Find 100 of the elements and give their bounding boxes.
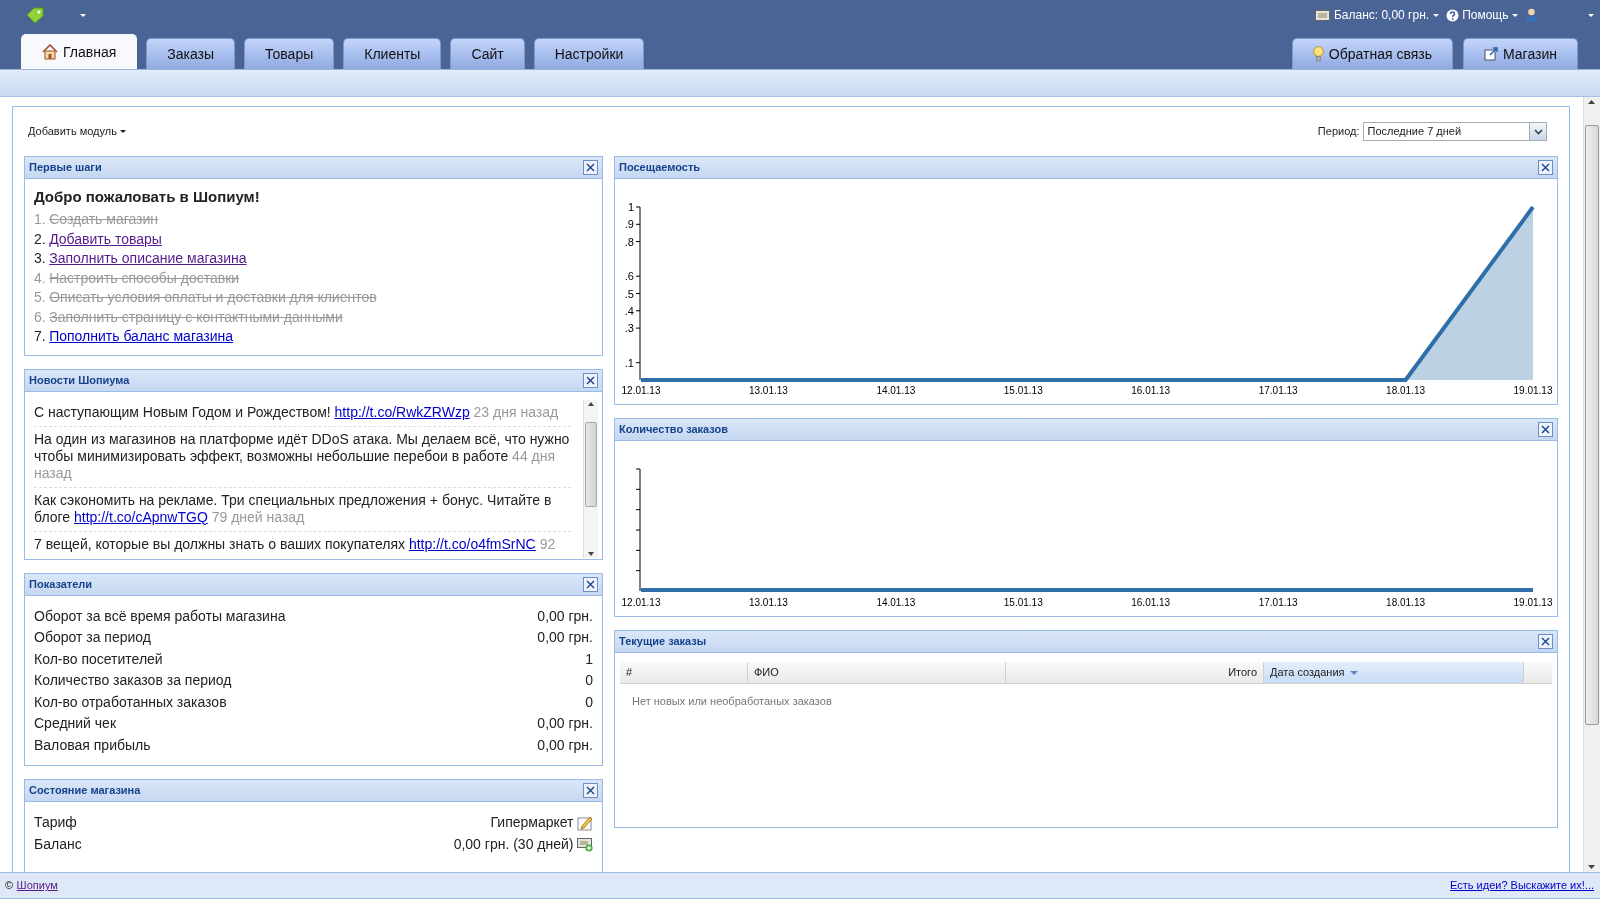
indicator-value: 0 <box>585 671 593 690</box>
news-link[interactable]: http://t.co/o4fmSrNC <box>408 535 536 552</box>
step-text: Заполнить страницу с контактными данными <box>49 307 343 327</box>
date-label: 15.01.13 <box>1003 597 1043 608</box>
y-tick-label: .9 <box>624 218 634 231</box>
close-button[interactable] <box>1538 634 1553 649</box>
x-tick-label: 18.01.13 <box>1386 385 1426 396</box>
status-value: 0,00 грн. (30 дней) <box>453 834 574 854</box>
date-label: 17.01.13 <box>1258 597 1298 608</box>
x-tick-label: 15.01.13 <box>1003 385 1043 396</box>
column-header[interactable]: ФИО <box>748 662 1006 683</box>
indicator-value: 0,00 грн. <box>537 735 593 755</box>
nav-tab[interactable]: Товары <box>244 38 335 69</box>
step-text: Создать магазин <box>49 210 159 229</box>
money-icon <box>1315 9 1331 21</box>
step-link[interactable]: Добавить товары <box>49 229 162 249</box>
panel-title: Первые шаги <box>29 160 102 176</box>
add-module-button[interactable]: Добавить модуль <box>28 123 127 140</box>
indicator-value: 0,00 грн. <box>537 628 593 647</box>
caret-icon[interactable] <box>1588 13 1594 17</box>
x-tick-label: 14.01.13 <box>876 385 916 396</box>
lightbulb-icon <box>1312 46 1324 62</box>
step-number: 2. <box>34 229 46 249</box>
nav-tab[interactable]: Обратная связь <box>1291 38 1453 69</box>
date-label: 16.01.13 <box>1131 597 1171 608</box>
close-button[interactable] <box>583 372 598 388</box>
step-number: 3. <box>34 249 46 268</box>
nav-tab[interactable]: Магазин <box>1463 38 1578 69</box>
y-tick-label: .8 <box>624 235 634 248</box>
caret-icon[interactable] <box>80 13 86 17</box>
copyright-sign: © <box>5 878 14 894</box>
page-scrollbar[interactable] <box>1583 97 1600 872</box>
step-text: Описать условия оплаты и доставки для клиентов <box>49 288 377 307</box>
nav-tab[interactable]: Главная <box>21 34 138 69</box>
indicator-label: Валовая прибыль <box>34 735 151 755</box>
scrollbar[interactable] <box>583 399 598 558</box>
panel-title: Количество заказов <box>619 422 729 438</box>
empty-message: Нет новых или необработаных заказов <box>631 694 833 709</box>
date-label: 19.01.13 <box>1513 597 1553 608</box>
close-icon <box>586 163 595 172</box>
y-tick-label: .1 <box>624 356 634 369</box>
close-icon <box>1541 637 1550 646</box>
y-tick-label: .3 <box>624 322 634 335</box>
news-item-text: Как сэкономить на рекламе. Три специальных предложения + бонус. Читайте в блоге http://t.co/cApnwTGQ 79 дней назад <box>34 487 571 532</box>
close-button[interactable] <box>583 576 598 592</box>
close-icon <box>1541 425 1550 434</box>
feedback-link[interactable]: Есть идеи? Выскажите их!... <box>1450 877 1594 894</box>
close-button[interactable] <box>1538 422 1553 437</box>
step-number: 6. <box>34 307 46 327</box>
nav-tab[interactable]: Заказы <box>146 38 236 69</box>
status-value: Гипермаркет <box>490 813 574 832</box>
indicator-value: 1 <box>585 649 593 669</box>
column-header[interactable]: Дата создания <box>1264 662 1524 683</box>
help-link[interactable]: Помощь <box>1462 6 1509 24</box>
indicator-label: Кол-во отработанных заказов <box>34 692 227 712</box>
welcome-heading: Добро пожаловать в Шопиум! <box>34 187 261 207</box>
balance-link[interactable]: Баланс: 0,00 грн. <box>1333 6 1430 24</box>
date-label: 18.01.13 <box>1386 597 1426 608</box>
money-add-icon[interactable] <box>577 836 593 853</box>
status-label: Тариф <box>34 813 77 832</box>
home-icon <box>42 44 58 60</box>
close-button[interactable] <box>583 160 598 175</box>
nav-tab[interactable]: Настройки <box>533 38 645 69</box>
news-item-text: На один из магазинов на платформе идёт DDoS атака. Мы делаем всё, что нужно чтобы минимизировать эффект, возможны небольшие перебои в работе 44 дня назад <box>34 426 571 488</box>
close-button[interactable] <box>583 783 598 798</box>
step-link[interactable]: Пополнить баланс магазина <box>49 327 234 347</box>
tag-icon[interactable] <box>26 7 44 23</box>
step-number: 5. <box>34 288 46 307</box>
period-label: Период: <box>1317 124 1360 140</box>
date-label: 14.01.13 <box>876 597 916 608</box>
footer-link[interactable]: Шопиум <box>16 877 58 894</box>
step-number: 1. <box>34 210 46 229</box>
edit-icon[interactable] <box>577 814 593 831</box>
indicator-label: Оборот за всё время работы магазина <box>34 606 286 626</box>
close-icon <box>1541 163 1550 172</box>
panel-title: Текущие заказы <box>619 634 707 650</box>
news-link[interactable]: http://t.co/cApnwTGQ <box>74 508 208 525</box>
x-tick-label: 19.01.13 <box>1513 385 1553 396</box>
indicator-value: 0 <box>585 692 593 712</box>
help-icon <box>1445 8 1459 22</box>
x-tick-label: 12.01.13 <box>621 385 661 396</box>
period-select[interactable]: Последние 7 дней <box>1363 122 1547 141</box>
close-icon <box>586 375 595 385</box>
close-button[interactable] <box>1538 160 1553 175</box>
step-number: 7. <box>34 327 46 346</box>
y-tick-label: .6 <box>624 270 634 283</box>
news-item-text: С наступающим Новым Годом и Рождеством! http://t.co/RwkZRWzp 23 дня назад <box>34 399 571 427</box>
indicator-value: 0,00 грн. <box>537 714 593 733</box>
date-label: 12.01.13 <box>621 597 661 608</box>
user-icon <box>1525 8 1538 22</box>
news-link[interactable]: http://t.co/RwkZRWzp <box>334 403 470 420</box>
nav-tab[interactable]: Клиенты <box>343 38 442 69</box>
nav-tab[interactable]: Сайт <box>450 38 525 69</box>
step-link[interactable]: Заполнить описание магазина <box>49 249 247 269</box>
news-item-text: 7 вещей, которые вы должны знать о ваших покупателях http://t.co/o4fmSrNC 92 <box>34 531 571 558</box>
caret-icon <box>120 130 127 133</box>
x-tick-label: 17.01.13 <box>1258 385 1298 396</box>
panel-title: Показатели <box>29 576 93 592</box>
column-header[interactable]: # <box>620 662 748 683</box>
caret-icon <box>1432 13 1439 17</box>
